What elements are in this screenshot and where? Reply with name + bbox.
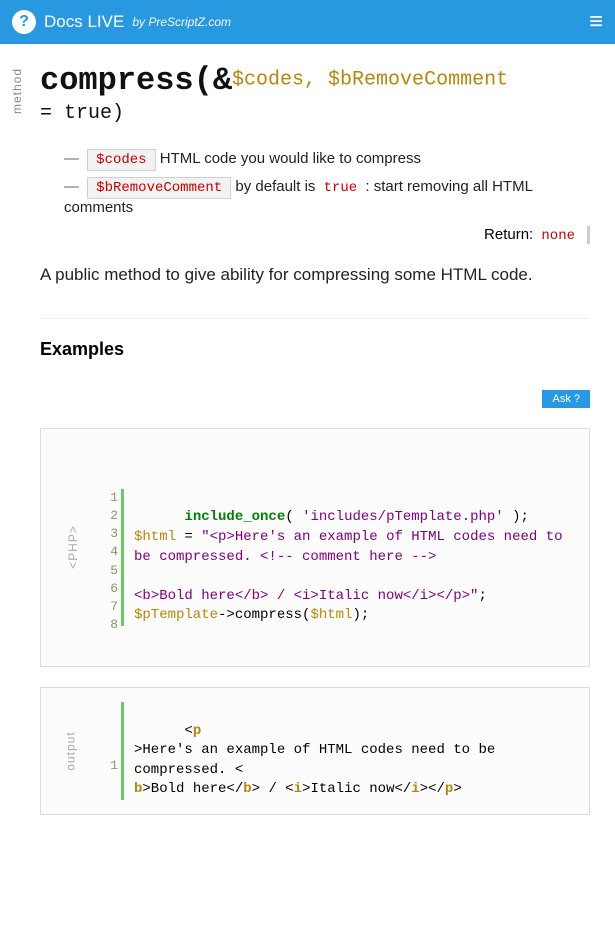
- block-label-output: output: [64, 731, 78, 770]
- divider: [40, 318, 590, 319]
- brand-name: Docs LIVE: [44, 12, 124, 32]
- byline: by PreScriptZ.com: [132, 15, 231, 29]
- block-label-php: <PHP>: [66, 526, 80, 570]
- line-numbers: 1 2 3 4 5 6 7 8: [98, 489, 118, 635]
- top-header: ? Docs LIVE by PreScriptZ.com ≡: [0, 0, 615, 44]
- param-tag: $bRemoveComment: [87, 177, 231, 199]
- php-code-block: <PHP> 1 2 3 4 5 6 7 8include_once( 'incl…: [40, 428, 590, 667]
- ask-button[interactable]: Ask ?: [542, 390, 590, 408]
- title-continuation: = true): [40, 102, 590, 125]
- param-desc: HTML code you would like to compress: [160, 150, 421, 167]
- return-row: Return: none: [40, 226, 590, 244]
- line-numbers: 1: [98, 702, 118, 775]
- param-row: — $bRemoveComment by default is true : s…: [64, 177, 590, 216]
- logo-icon: ?: [12, 10, 36, 34]
- page-title: compress(&$codes, $bRemoveComment: [40, 62, 590, 100]
- examples-heading: Examples: [40, 339, 590, 360]
- output-code-block: output 1<p >Here's an example of HTML co…: [40, 687, 590, 815]
- param-tag: $codes: [87, 149, 155, 171]
- menu-icon[interactable]: ≡: [589, 8, 603, 36]
- param-row: — $codes HTML code you would like to com…: [64, 149, 590, 171]
- sidebar-method-label: method: [10, 68, 24, 114]
- method-description: A public method to give ability for comp…: [40, 262, 590, 288]
- params-list: — $codes HTML code you would like to com…: [64, 149, 590, 216]
